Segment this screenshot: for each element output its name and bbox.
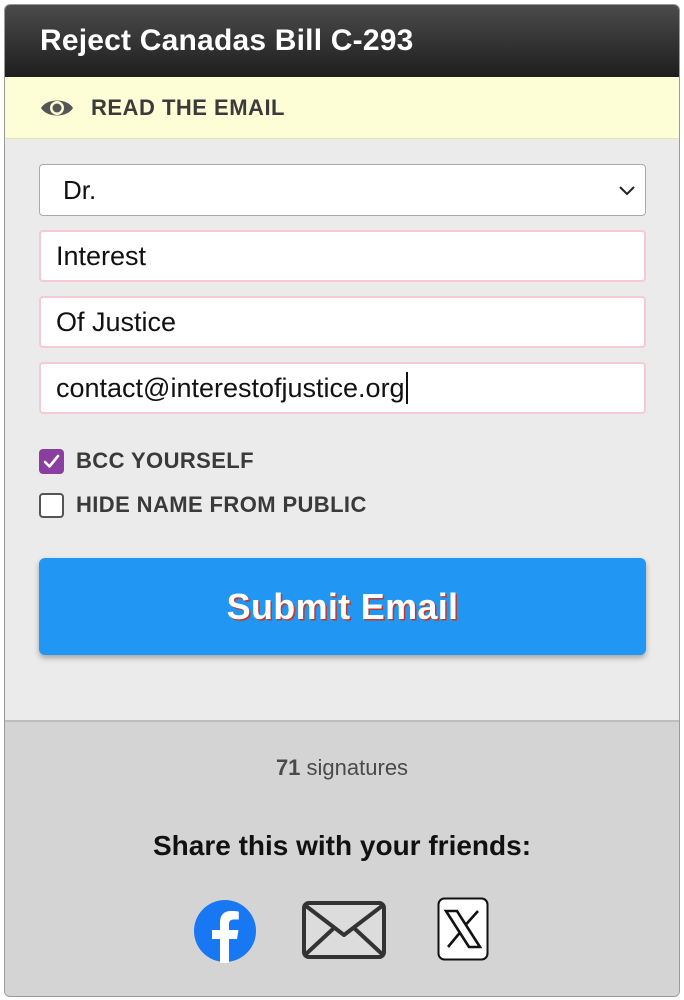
chevron-down-icon bbox=[619, 186, 635, 196]
title-select[interactable]: Dr. bbox=[39, 164, 646, 216]
text-cursor bbox=[405, 372, 408, 404]
checkmark-icon bbox=[43, 454, 60, 468]
bcc-checkbox[interactable] bbox=[39, 448, 64, 474]
share-heading: Share this with your friends: bbox=[152, 830, 532, 861]
email-share-button[interactable] bbox=[302, 901, 386, 964]
first-name-value: Interest bbox=[56, 240, 147, 271]
eye-icon bbox=[40, 96, 74, 120]
last-name-value: Of Justice bbox=[56, 306, 177, 337]
bcc-yourself-option[interactable]: BCC YOURSELF bbox=[39, 448, 646, 474]
x-icon bbox=[437, 897, 489, 961]
hide-name-checkbox[interactable] bbox=[39, 492, 64, 518]
facebook-share-button[interactable] bbox=[193, 899, 257, 968]
read-email-toggle[interactable]: READ THE EMAIL bbox=[5, 77, 679, 139]
email-value: contact@interestofjustice.org bbox=[56, 372, 405, 403]
hide-name-label: HIDE NAME FROM PUBLIC bbox=[76, 492, 367, 517]
title-select-value: Dr. bbox=[63, 174, 97, 205]
signature-count: 71 bbox=[275, 755, 301, 780]
first-name-field[interactable]: Interest bbox=[39, 230, 646, 282]
options-group: BCC YOURSELF HIDE NAME FROM PUBLIC bbox=[39, 448, 646, 518]
petition-form: Dr. Interest Of Justice contact@interest… bbox=[5, 139, 679, 655]
bcc-label: BCC YOURSELF bbox=[76, 448, 254, 473]
share-buttons bbox=[5, 897, 679, 963]
facebook-icon bbox=[194, 900, 256, 963]
petition-widget: Reject Canadas Bill C-293 READ THE EMAIL… bbox=[4, 4, 680, 997]
email-field[interactable]: contact@interestofjustice.org bbox=[39, 362, 646, 414]
widget-header: Reject Canadas Bill C-293 bbox=[5, 5, 679, 77]
page-title: Reject Canadas Bill C-293 bbox=[40, 24, 414, 57]
submit-label: Submit Email bbox=[226, 585, 459, 627]
signature-label: signatures bbox=[306, 755, 409, 780]
email-icon bbox=[302, 901, 386, 959]
widget-footer: 71 signatures Share this with your frien… bbox=[5, 720, 679, 996]
x-share-button[interactable] bbox=[437, 897, 489, 966]
read-email-label: READ THE EMAIL bbox=[91, 94, 285, 120]
submit-email-button[interactable]: Submit Email bbox=[39, 558, 646, 655]
last-name-field[interactable]: Of Justice bbox=[39, 296, 646, 348]
hide-name-option[interactable]: HIDE NAME FROM PUBLIC bbox=[39, 492, 646, 518]
signature-counter: 71 signatures bbox=[5, 755, 679, 781]
